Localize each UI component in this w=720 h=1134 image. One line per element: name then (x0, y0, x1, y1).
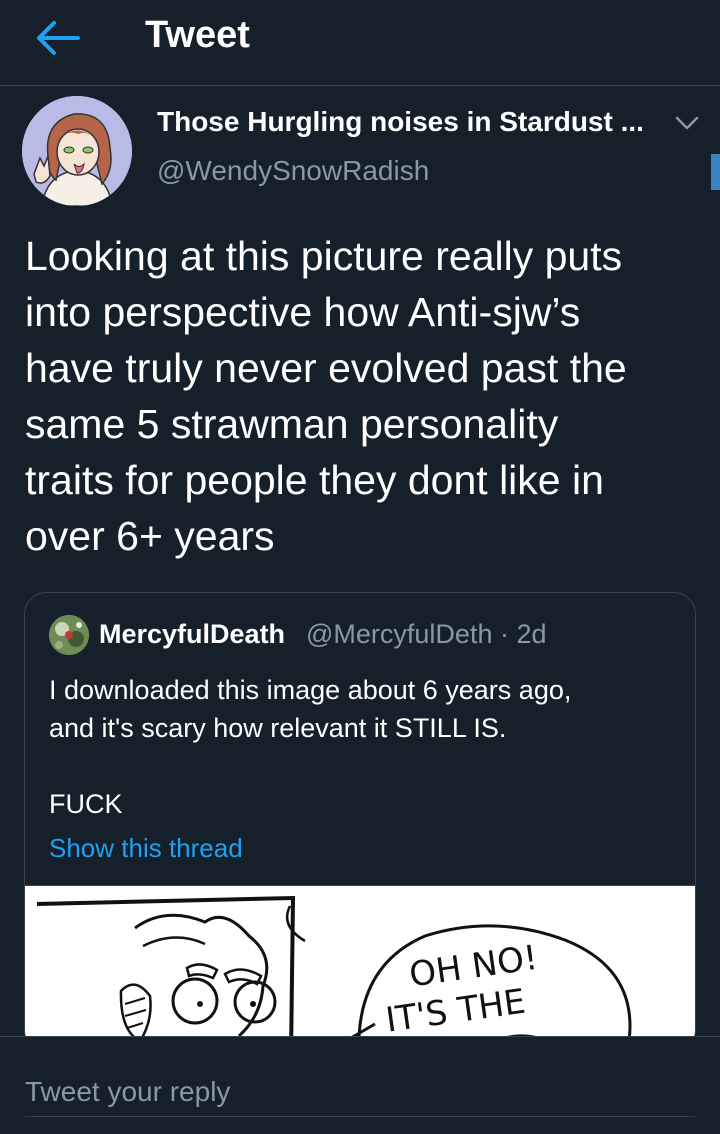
show-thread-link[interactable]: Show this thread (49, 833, 243, 864)
chevron-down-icon (675, 116, 699, 130)
top-app-bar: Tweet (0, 0, 720, 86)
arrow-left-icon (37, 21, 80, 55)
quoted-text-line: FUCK (49, 789, 123, 819)
reply-input[interactable] (25, 1067, 695, 1117)
quoted-text-line: I downloaded this image about 6 years ag… (49, 675, 572, 705)
quoted-avatar[interactable] (49, 615, 89, 655)
quoted-text-line: and it's scary how relevant it STILL IS. (49, 713, 507, 743)
page-title: Tweet (145, 14, 250, 56)
tweet-text-line: have truly never evolved past the (25, 345, 627, 391)
quoted-tweet-text: I downloaded this image about 6 years ag… (49, 671, 679, 823)
tweet-text-line: traits for people they dont like in (25, 457, 604, 503)
quoted-comic-image[interactable]: OH NO! IT'S THE (25, 885, 695, 1051)
tweet-text-line: over 6+ years (25, 513, 275, 559)
quoted-tweet-card[interactable]: MercyfulDeath @MercyfulDeth · 2d I downl… (24, 592, 696, 1052)
back-button[interactable] (30, 16, 82, 60)
tweet-text-line: into perspective how Anti-sjw’s (25, 289, 581, 335)
tweet-text-line: same 5 strawman personality (25, 401, 559, 447)
quoted-handle-time: @MercyfulDeth · 2d (306, 619, 547, 649)
scroll-indicator (711, 154, 720, 190)
author-display-name[interactable]: Those Hurgling noises in Stardust ... (157, 106, 644, 138)
tweet-text-line: Looking at this picture really puts (25, 233, 623, 279)
author-handle[interactable]: @WendySnowRadish (157, 155, 429, 187)
reply-bar (0, 1036, 720, 1134)
tweet-menu-button[interactable] (672, 112, 702, 134)
avatar[interactable] (22, 96, 132, 206)
tweet-text: Looking at this picture really puts into… (25, 228, 705, 564)
quoted-display-name[interactable]: MercyfulDeath (99, 619, 285, 650)
